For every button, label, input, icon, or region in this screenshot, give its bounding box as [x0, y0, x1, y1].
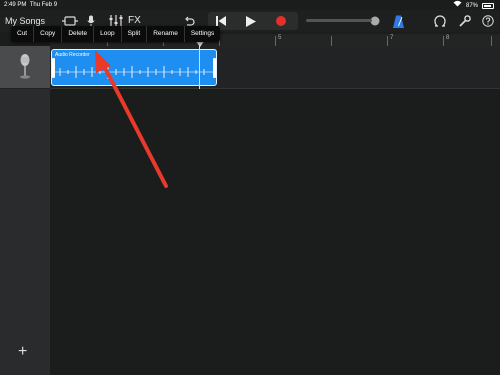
annotation-arrow [95, 50, 168, 188]
